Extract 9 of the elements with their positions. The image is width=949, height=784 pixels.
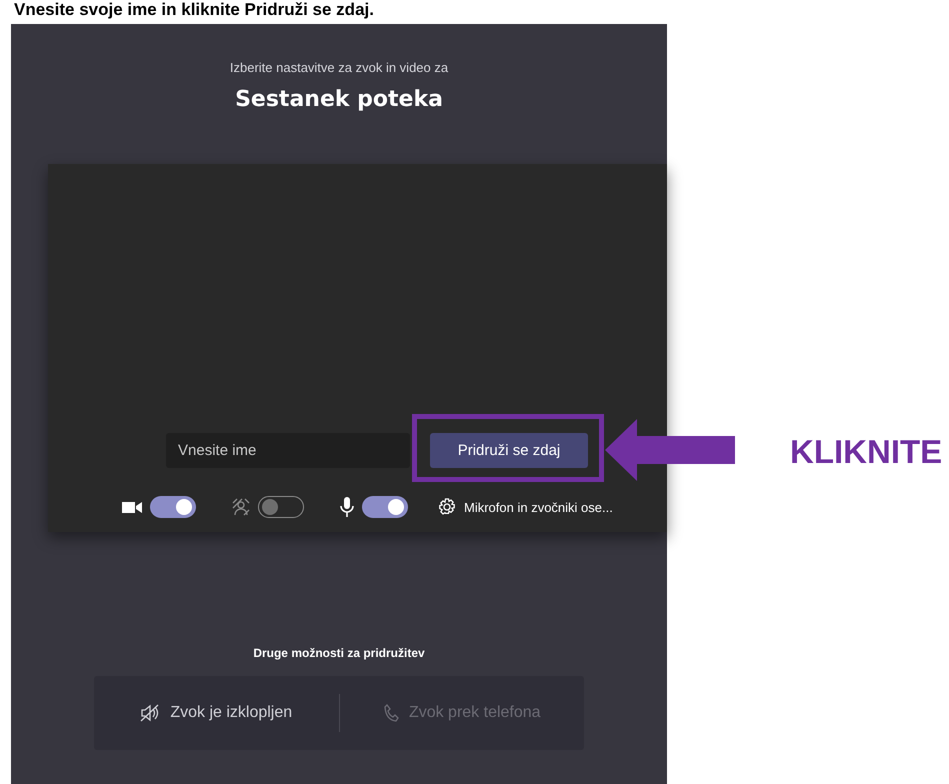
- instruction-text: Vnesite svoje ime in kliknite Pridruži se zdaj.: [14, 0, 375, 21]
- subtitle: Izberite nastavitve za zvok in video za: [230, 60, 448, 75]
- other-options-heading: Druge možnosti za pridružitev: [253, 646, 425, 660]
- join-option-button[interactable]: Zvok je izklopljen: [94, 703, 338, 723]
- name-field[interactable]: Vnesite ime: [166, 433, 410, 468]
- meeting-title: Sestanek poteka: [235, 87, 443, 112]
- annotation-label: KLIKNITE: [790, 433, 942, 471]
- join-button[interactable]: Pridruži se zdaj: [430, 433, 588, 468]
- device-settings-link[interactable]: Mikrofon in zvočniki ose...: [464, 500, 613, 514]
